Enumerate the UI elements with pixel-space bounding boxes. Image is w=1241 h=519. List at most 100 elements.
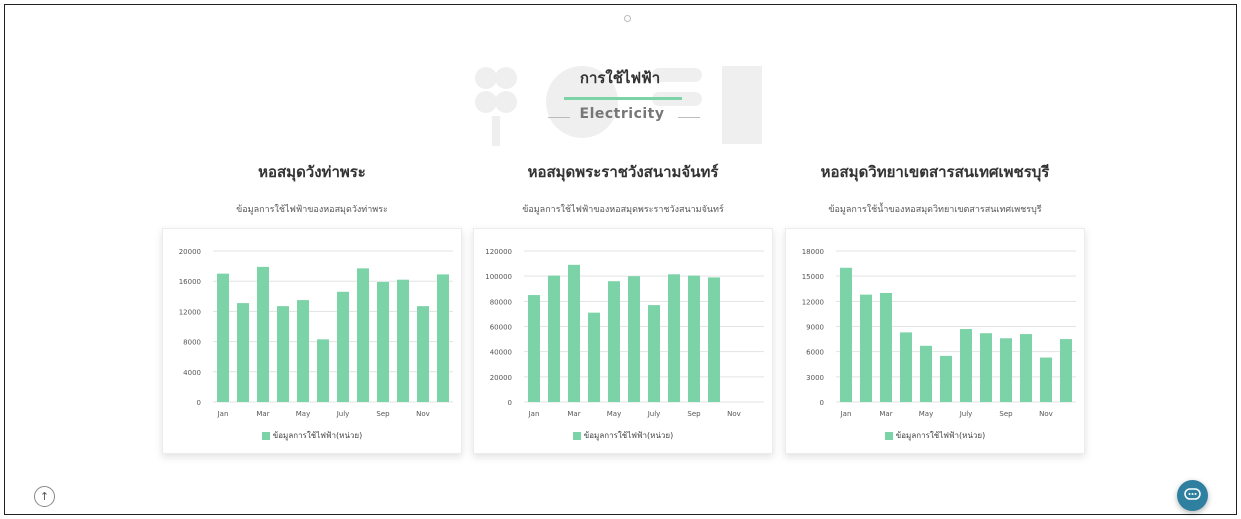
bar-nov: [1040, 357, 1052, 402]
bar-sep: [688, 275, 700, 402]
bar-aug: [668, 274, 680, 402]
x-tick-label: July: [959, 410, 973, 418]
bar-mar: [257, 266, 269, 402]
x-tick-label: July: [647, 410, 661, 418]
bar-feb: [548, 275, 560, 402]
arrow-up-icon: ↑: [39, 490, 50, 503]
bar-jan: [840, 267, 852, 402]
carousel-indicator[interactable]: [624, 15, 631, 22]
bar-oct: [397, 279, 409, 402]
x-tick-label: May: [607, 410, 621, 418]
legend-swatch: [261, 431, 270, 440]
bar-jun: [317, 339, 329, 402]
bar-chart-3: 0 3000 6000 9000 12000 15000 18000 Jan Mar May Jul…: [802, 248, 1076, 418]
chart-card-2: 0 20000 40000 60000 80000 100000 120000 Jan Mar M…: [473, 228, 773, 454]
chart-legend-2[interactable]: ข้อมูลการใช้ไฟฟ้า(หน่วย): [474, 429, 772, 442]
y-tick-label: 12000: [179, 308, 201, 316]
bar-july: [960, 329, 972, 402]
chart-card-3: 0 3000 6000 9000 12000 15000 18000 Jan Mar May Jul…: [785, 228, 1085, 454]
bar-july: [648, 305, 660, 402]
y-tick-label: 0: [197, 399, 201, 407]
section-description-2: ข้อมูลการใช้ไฟฟ้าของหอสมุดพระราชวังสนามจ…: [522, 205, 724, 215]
bar-chart-2: 0 20000 40000 60000 80000 100000 120000 Jan Mar M…: [485, 248, 764, 418]
y-tick-label: 8000: [183, 339, 201, 347]
bar-jan: [528, 295, 540, 402]
legend-label: ข้อมูลการใช้ไฟฟ้า(หน่วย): [895, 431, 986, 440]
page-title: การใช้ไฟฟ้า: [579, 69, 661, 87]
chart-legend-3[interactable]: ข้อมูลการใช้ไฟฟ้า(หน่วย): [786, 429, 1084, 442]
y-tick-label: 20000: [179, 248, 201, 256]
subtitle-line-right: [678, 117, 700, 118]
y-tick-label: 80000: [490, 298, 512, 306]
y-tick-label: 18000: [802, 248, 824, 256]
bar-dec: [437, 274, 449, 402]
section-title-2: หอสมุดพระราชวังสนามจันทร์: [527, 163, 719, 181]
bar-nov: [417, 306, 429, 402]
y-tick-label: 6000: [806, 349, 824, 357]
bar-aug: [980, 333, 992, 402]
y-tick-label: 20000: [490, 374, 512, 382]
section-title-1: หอสมุดวังท่าพระ: [258, 163, 366, 181]
y-tick-label: 60000: [490, 324, 512, 332]
chart-card-1: 0 4000 8000 12000 16000 20000 Jan Mar May July Sep…: [162, 228, 462, 454]
bar-sep: [377, 281, 389, 402]
x-tick-label: Nov: [416, 410, 430, 418]
x-tick-label: Mar: [879, 410, 892, 418]
x-tick-label: Sep: [999, 410, 1013, 418]
legend-swatch: [572, 431, 581, 440]
bar-apr: [277, 306, 289, 402]
y-tick-label: 12000: [802, 298, 824, 306]
bar-may: [297, 300, 309, 402]
x-tick-label: July: [336, 410, 350, 418]
bar-feb: [237, 303, 249, 402]
bar-oct: [708, 277, 720, 402]
x-tick-label: Jan: [840, 410, 852, 418]
y-tick-label: 100000: [485, 273, 512, 281]
x-tick-label: May: [919, 410, 933, 418]
bar-oct: [1020, 334, 1032, 402]
bar-mar: [568, 264, 580, 402]
x-tick-label: Nov: [727, 410, 741, 418]
bar-dec: [1060, 339, 1072, 402]
x-tick-label: Nov: [1039, 410, 1053, 418]
bar-feb: [860, 294, 872, 402]
bar-jan: [217, 273, 229, 402]
page-subtitle: Electricity: [579, 106, 665, 122]
bar-jun: [628, 276, 640, 402]
y-tick-label: 9000: [806, 324, 824, 332]
chat-button[interactable]: [1177, 480, 1208, 511]
scroll-to-top-button[interactable]: ↑: [34, 486, 55, 507]
title-underline: [564, 97, 682, 100]
x-tick-label: May: [296, 410, 310, 418]
section-description-3: ข้อมูลการใช้น้ำของหอสมุดวิทยาเขตสารสนเทศ…: [828, 205, 1042, 215]
x-tick-label: Jan: [217, 410, 229, 418]
legend-label: ข้อมูลการใช้ไฟฟ้า(หน่วย): [272, 431, 363, 440]
bar-jun: [940, 355, 952, 402]
x-tick-label: Mar: [567, 410, 580, 418]
bar-aug: [357, 268, 369, 402]
y-tick-label: 4000: [183, 369, 201, 377]
y-tick-label: 120000: [485, 248, 512, 256]
y-tick-label: 3000: [806, 374, 824, 382]
x-tick-label: Sep: [376, 410, 390, 418]
bar-july: [337, 291, 349, 402]
bar-may: [608, 281, 620, 402]
y-tick-label: 16000: [179, 278, 201, 286]
legend-label: ข้อมูลการใช้ไฟฟ้า(หน่วย): [583, 431, 674, 440]
legend-swatch: [884, 431, 893, 440]
bar-may: [920, 345, 932, 402]
chart-legend-1[interactable]: ข้อมูลการใช้ไฟฟ้า(หน่วย): [163, 429, 461, 442]
bar-sep: [1000, 338, 1012, 402]
bar-mar: [880, 292, 892, 402]
y-tick-label: 0: [820, 399, 824, 407]
chat-bubble-icon: [1184, 488, 1201, 500]
x-tick-label: Jan: [528, 410, 540, 418]
x-tick-label: Sep: [687, 410, 701, 418]
bar-apr: [588, 312, 600, 402]
bar-chart-1: 0 4000 8000 12000 16000 20000 Jan Mar May July Sep…: [179, 248, 453, 418]
section-description-1: ข้อมูลการใช้ไฟฟ้าของหอสมุดวังท่าพระ: [236, 205, 388, 215]
x-tick-label: Mar: [256, 410, 269, 418]
y-tick-label: 40000: [490, 349, 512, 357]
y-tick-label: 0: [508, 399, 512, 407]
section-title-3: หอสมุดวิทยาเขตสารสนเทศเพชรบุรี: [820, 163, 1050, 181]
